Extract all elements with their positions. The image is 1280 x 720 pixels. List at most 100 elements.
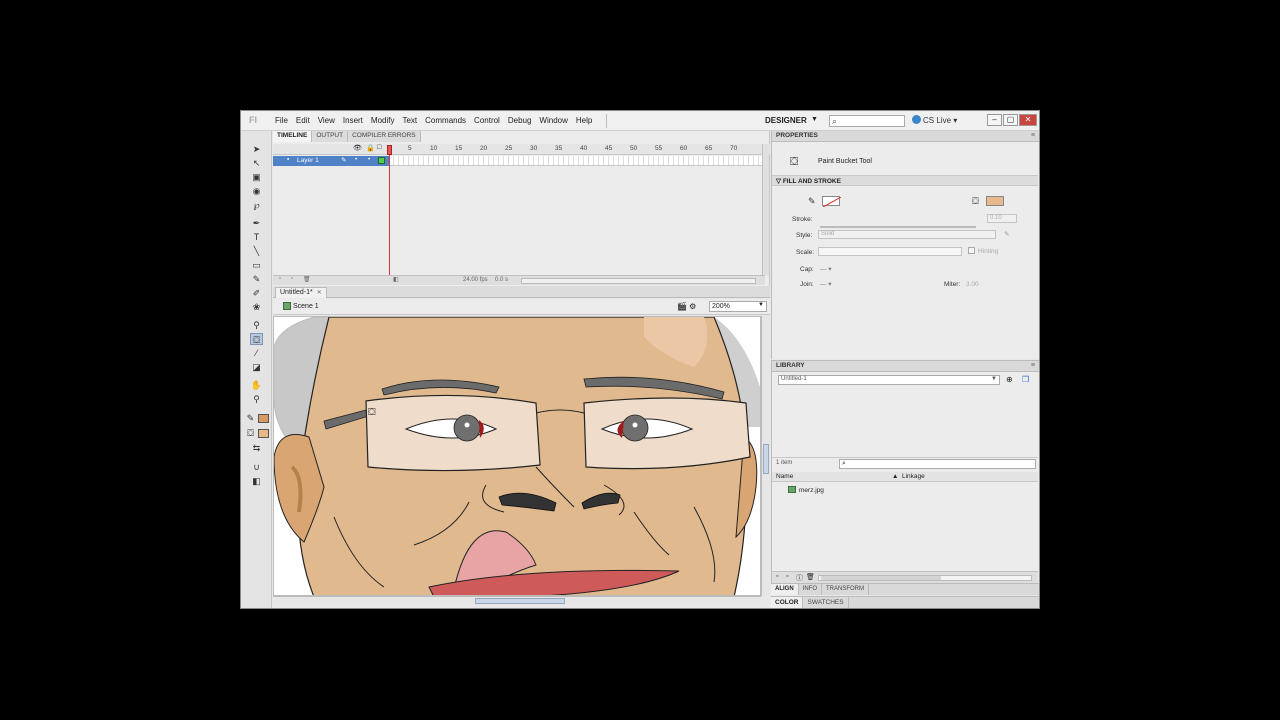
tab-timeline[interactable]: TIMELINE: [273, 131, 313, 142]
cap-select[interactable]: — ▾: [820, 265, 832, 273]
chevron-down-icon[interactable]: ▼: [811, 116, 818, 123]
hinting-checkbox[interactable]: [968, 247, 975, 254]
eyedropper-tool-icon[interactable]: ⁄: [250, 347, 263, 359]
stage-horizontal-scrollbar[interactable]: [273, 596, 761, 605]
delete-icon[interactable]: 🗑: [806, 573, 815, 581]
menu-help[interactable]: Help: [572, 116, 596, 125]
new-layer-icon[interactable]: ▫: [279, 276, 281, 282]
menu-commands[interactable]: Commands: [421, 116, 470, 125]
column-name[interactable]: Name: [776, 473, 793, 480]
tab-align[interactable]: ALIGN: [771, 584, 799, 595]
lock-dot[interactable]: •: [368, 156, 370, 163]
swap-colors-icon[interactable]: ⇆: [250, 442, 263, 454]
menu-debug[interactable]: Debug: [504, 116, 536, 125]
tab-compiler-errors[interactable]: COMPILER ERRORS: [348, 131, 421, 142]
playhead-handle[interactable]: [387, 145, 392, 155]
minimize-button[interactable]: –: [987, 114, 1002, 126]
stage-vertical-scrollbar[interactable]: [761, 316, 770, 596]
line-tool-icon[interactable]: ╲: [250, 245, 263, 257]
onion-skin-icon[interactable]: ◧: [393, 276, 399, 283]
workspace-switcher[interactable]: DESIGNER: [765, 116, 807, 125]
pencil-tool-icon[interactable]: ✎: [250, 273, 263, 285]
stage-horizontal-thumb[interactable]: [475, 598, 565, 604]
fill-color-swatch[interactable]: [258, 429, 269, 438]
cs-live-button[interactable]: CS Live ▾: [912, 115, 957, 125]
menu-text[interactable]: Text: [398, 116, 421, 125]
miter-value[interactable]: 3.00: [966, 281, 979, 288]
stroke-value-field[interactable]: 0.10: [987, 214, 1017, 223]
tab-color[interactable]: COLOR: [771, 597, 804, 608]
tab-transform[interactable]: TRANSFORM: [822, 584, 870, 595]
frame-rate[interactable]: 24.00 fps: [463, 277, 488, 283]
menu-file[interactable]: File: [271, 116, 292, 125]
scale-select[interactable]: [818, 247, 962, 256]
frame-track[interactable]: [389, 156, 764, 166]
stage-vertical-thumb[interactable]: [763, 444, 769, 474]
library-scroll-thumb[interactable]: [821, 576, 941, 580]
outline-icon[interactable]: □: [377, 144, 381, 151]
free-transform-tool-icon[interactable]: ▣: [250, 171, 263, 183]
outline-color-icon[interactable]: [378, 157, 385, 164]
fill-color-chip[interactable]: [986, 196, 1004, 206]
visibility-dot[interactable]: •: [355, 156, 357, 163]
timeline-vertical-scrollbar[interactable]: [762, 144, 769, 275]
hand-tool-icon[interactable]: ✋: [250, 379, 263, 391]
stage-canvas[interactable]: ⛋: [273, 316, 761, 596]
timeline-scrollbar[interactable]: [521, 278, 756, 284]
paint-bucket-tool-icon[interactable]: ⛋: [250, 333, 263, 345]
text-tool-icon[interactable]: T: [250, 231, 263, 243]
new-library-panel-icon[interactable]: ❐: [1022, 375, 1029, 384]
layer-row[interactable]: ▪ Layer 1 ✎ • •: [273, 156, 389, 166]
pin-library-icon[interactable]: ⊕: [1006, 375, 1013, 384]
playhead[interactable]: [389, 145, 394, 275]
close-button[interactable]: ✕: [1019, 114, 1037, 126]
pen-tool-icon[interactable]: ✒: [250, 217, 263, 229]
selection-tool-icon[interactable]: ➤: [250, 143, 263, 155]
menu-view[interactable]: View: [314, 116, 339, 125]
brush-tool-icon[interactable]: ✐: [250, 287, 263, 299]
rectangle-tool-icon[interactable]: ▭: [250, 259, 263, 271]
fill-stroke-section[interactable]: ▽ FILL AND STROKE: [772, 175, 1038, 186]
edit-scene-icon[interactable]: 🎬 ⚙: [677, 302, 696, 311]
close-icon[interactable]: ✕: [317, 289, 322, 296]
bone-tool-icon[interactable]: ⚲: [250, 319, 263, 331]
eraser-tool-icon[interactable]: ◪: [250, 361, 263, 373]
eye-icon[interactable]: 👁: [353, 144, 362, 152]
tab-output[interactable]: OUTPUT: [312, 131, 349, 142]
menu-modify[interactable]: Modify: [367, 116, 399, 125]
help-search-input[interactable]: ⌕: [829, 115, 905, 127]
menu-edit[interactable]: Edit: [292, 116, 314, 125]
lasso-tool-icon[interactable]: ℘: [250, 199, 263, 211]
new-folder-icon[interactable]: ▫: [291, 276, 293, 282]
snap-to-objects-icon[interactable]: ∪: [250, 461, 263, 473]
scene-label[interactable]: Scene 1: [293, 303, 319, 310]
library-item[interactable]: merz.jpg: [788, 486, 824, 494]
edit-stroke-style-icon[interactable]: ✎: [1004, 230, 1009, 238]
library-document-select[interactable]: Untitled-1 ▼: [778, 375, 1000, 385]
gap-size-icon[interactable]: ◧: [250, 475, 263, 487]
new-symbol-icon[interactable]: ▫: [776, 573, 778, 580]
zoom-select[interactable]: 200% ▼: [709, 301, 767, 312]
maximize-button[interactable]: ▢: [1003, 114, 1018, 126]
library-scrollbar[interactable]: [818, 575, 1032, 581]
document-tab[interactable]: Untitled-1* ✕: [275, 287, 327, 298]
join-select[interactable]: — ▾: [820, 280, 832, 288]
3d-rotation-tool-icon[interactable]: ◉: [250, 185, 263, 197]
tab-info[interactable]: INFO: [799, 584, 823, 595]
library-search-input[interactable]: ⌕: [839, 459, 1036, 469]
stroke-slider[interactable]: [820, 226, 976, 228]
stroke-color-swatch[interactable]: [258, 414, 269, 423]
new-folder-icon[interactable]: ▫: [786, 573, 788, 580]
style-select[interactable]: Solid: [818, 230, 996, 239]
deco-tool-icon[interactable]: ❀: [250, 301, 263, 313]
menu-control[interactable]: Control: [470, 116, 504, 125]
delete-layer-icon[interactable]: 🗑: [303, 276, 311, 283]
properties-icon[interactable]: ⓘ: [796, 573, 803, 583]
subselection-tool-icon[interactable]: ↖: [250, 157, 263, 169]
menu-insert[interactable]: Insert: [339, 116, 367, 125]
panel-menu-icon[interactable]: ≡: [1031, 362, 1035, 369]
column-linkage[interactable]: Linkage: [902, 473, 925, 480]
menu-window[interactable]: Window: [535, 116, 571, 125]
lock-icon[interactable]: 🔒: [366, 144, 375, 152]
zoom-tool-icon[interactable]: ⚲: [250, 393, 263, 405]
